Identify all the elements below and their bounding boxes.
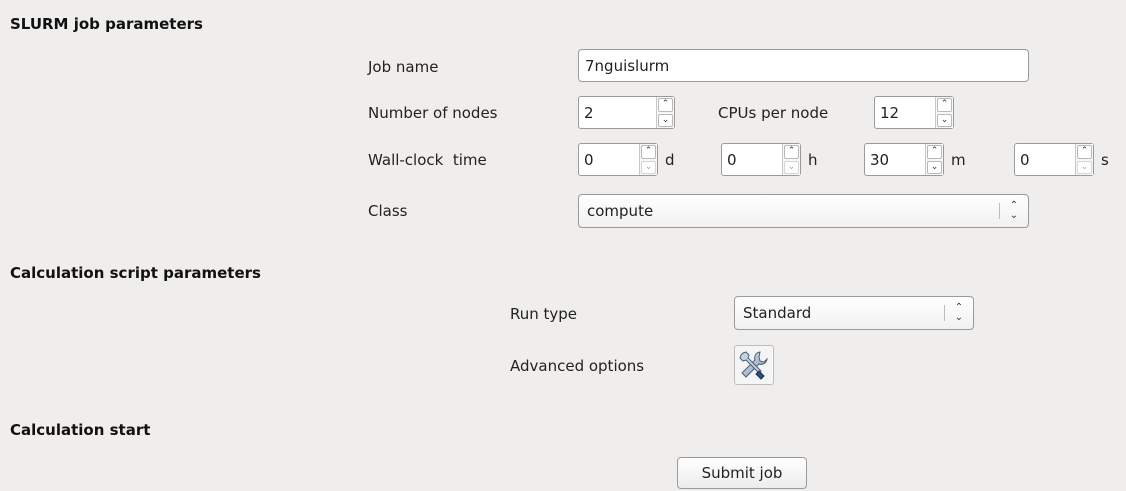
seconds-decrement-button[interactable]: ⌄: [1077, 160, 1092, 174]
number-of-nodes-stepper[interactable]: 2 ⌃ ⌄: [578, 96, 675, 129]
run-type-value: Standard: [743, 304, 812, 322]
seconds-increment-button[interactable]: ⌃: [1077, 145, 1092, 159]
wall-days-unit: d: [665, 151, 675, 169]
days-decrement-button[interactable]: ⌄: [641, 160, 656, 174]
wall-minutes-stepper[interactable]: 30 ⌃ ⌄: [864, 143, 944, 176]
wall-seconds-stepper[interactable]: 0 ⌃ ⌄: [1014, 143, 1094, 176]
minutes-increment-button[interactable]: ⌃: [927, 145, 942, 159]
wall-days-stepper[interactable]: 0 ⌃ ⌄: [578, 143, 658, 176]
class-select[interactable]: compute ⌃ ⌄: [578, 194, 1029, 228]
nodes-increment-button[interactable]: ⌃: [658, 98, 673, 112]
submit-job-label: Submit job: [701, 464, 783, 482]
cpus-per-node-stepper[interactable]: 12 ⌃ ⌄: [874, 96, 954, 129]
run-type-select[interactable]: Standard ⌃ ⌄: [734, 296, 974, 330]
run-type-label: Run type: [510, 305, 578, 323]
cpus-increment-button[interactable]: ⌃: [937, 98, 952, 112]
job-name-input[interactable]: 7nguislurm: [578, 49, 1029, 82]
advanced-options-button[interactable]: [734, 345, 774, 385]
hours-increment-button[interactable]: ⌃: [784, 145, 799, 159]
wall-minutes-unit: m: [951, 151, 966, 169]
class-label: Class: [368, 202, 408, 220]
days-increment-button[interactable]: ⌃: [641, 145, 656, 159]
class-select-value: compute: [587, 202, 654, 220]
tools-icon: [739, 351, 768, 380]
cpus-per-node-label: CPUs per node: [718, 104, 829, 122]
chevron-up-down-icon: ⌃ ⌄: [1009, 200, 1019, 221]
wall-seconds-unit: s: [1101, 151, 1109, 169]
wall-seconds-value: 0: [1020, 150, 1030, 169]
wall-hours-unit: h: [808, 151, 818, 169]
nodes-decrement-button[interactable]: ⌄: [658, 113, 673, 127]
hours-decrement-button[interactable]: ⌄: [784, 160, 799, 174]
slurm-section-title: SLURM job parameters: [10, 15, 203, 33]
wall-minutes-value: 30: [870, 150, 890, 169]
job-name-value: 7nguislurm: [585, 56, 670, 75]
wall-hours-stepper[interactable]: 0 ⌃ ⌄: [721, 143, 801, 176]
number-of-nodes-label: Number of nodes: [368, 104, 498, 122]
number-of-nodes-value: 2: [584, 103, 594, 122]
calc-script-section-title: Calculation script parameters: [10, 264, 261, 282]
wall-days-value: 0: [584, 150, 594, 169]
wall-hours-value: 0: [727, 150, 737, 169]
advanced-options-label: Advanced options: [510, 357, 645, 375]
submit-job-button[interactable]: Submit job: [677, 457, 807, 489]
cpus-decrement-button[interactable]: ⌄: [937, 113, 952, 127]
job-name-label: Job name: [368, 58, 439, 76]
cpus-per-node-value: 12: [880, 103, 900, 122]
chevron-up-down-icon: ⌃ ⌄: [954, 302, 964, 323]
wall-clock-time-label: Wall-clock time: [368, 151, 487, 169]
minutes-decrement-button[interactable]: ⌄: [927, 160, 942, 174]
calc-start-section-title: Calculation start: [10, 421, 151, 439]
